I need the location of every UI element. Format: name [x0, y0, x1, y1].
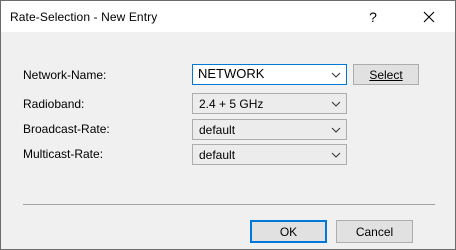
select-button[interactable]: Select	[353, 64, 419, 85]
broadcast-rate-label: Broadcast-Rate:	[23, 122, 110, 136]
multicast-rate-select[interactable]: default	[192, 144, 347, 165]
cancel-button[interactable]: Cancel	[336, 220, 413, 243]
radioband-value: 2.4 + 5 GHz	[199, 97, 264, 111]
broadcast-rate-value: default	[199, 123, 236, 137]
radioband-select[interactable]: 2.4 + 5 GHz	[192, 93, 347, 114]
ok-button[interactable]: OK	[250, 220, 327, 243]
multicast-rate-value: default	[199, 148, 236, 162]
chevron-down-icon	[331, 126, 341, 134]
help-button[interactable]: ?	[350, 1, 396, 32]
select-button-label: Select	[369, 67, 403, 82]
radioband-label: Radioband:	[23, 97, 85, 111]
dialog-content: Network-Name: NETWORK Select Radioband: …	[1, 32, 455, 249]
chevron-down-icon	[331, 100, 341, 108]
network-name-combobox[interactable]: NETWORK	[192, 64, 347, 85]
chevron-down-icon[interactable]	[331, 71, 341, 79]
window-title: Rate-Selection - New Entry	[10, 10, 158, 24]
multicast-rate-label: Multicast-Rate:	[23, 147, 104, 161]
divider	[23, 204, 435, 205]
broadcast-rate-select[interactable]: default	[192, 119, 347, 140]
network-name-value: NETWORK	[198, 66, 265, 81]
close-button[interactable]	[406, 1, 452, 32]
title-bar: Rate-Selection - New Entry ?	[1, 1, 455, 32]
chevron-down-icon	[331, 151, 341, 159]
dialog-window: Rate-Selection - New Entry ? Network-Nam…	[0, 0, 456, 250]
close-icon	[423, 11, 435, 23]
network-name-label: Network-Name:	[23, 68, 107, 82]
